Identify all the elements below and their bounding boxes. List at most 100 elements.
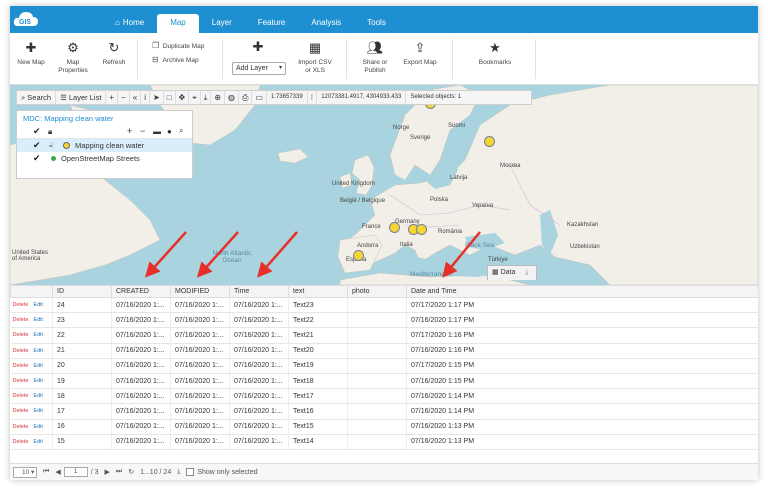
checkbox-checked-icon[interactable]: ✔ — [33, 139, 41, 152]
folder-icon[interactable]: ▬ — [153, 127, 161, 136]
table-row[interactable]: Delete Edit 18 07/16/2020 1:... 07/16/2020 1… — [10, 388, 758, 405]
column-header-modified[interactable]: MODIFIED — [170, 285, 230, 298]
page-number-input[interactable]: 1 — [63, 467, 88, 477]
globe-button[interactable]: ◍ — [225, 91, 239, 104]
zoom-extent-button[interactable]: ⊕ — [211, 91, 226, 104]
tab-layer[interactable]: Layer — [199, 14, 245, 33]
delete-link[interactable]: Delete — [13, 302, 29, 308]
column-header-photo[interactable]: photo — [347, 285, 407, 298]
delete-link[interactable]: Delete — [13, 424, 29, 430]
lock-icon[interactable]: 🔒︎ — [48, 127, 52, 137]
table-row[interactable]: Delete Edit 22 07/16/2020 1:... 07/16/2020 1… — [10, 327, 758, 344]
table-row[interactable]: Delete Edit 15 07/16/2020 1:... 07/16/2020 1… — [10, 434, 758, 450]
edit-link[interactable]: Edit — [33, 363, 42, 369]
map-toolbar: ⌕ Search ☰ Layer List + − « i ➤ □ ✥ ⌖ ⤓ … — [16, 90, 532, 105]
column-header-id[interactable]: ID — [52, 285, 112, 298]
delete-link[interactable]: Delete — [13, 393, 29, 399]
layer-item-openstreetmap-streets[interactable]: ✔ OpenStreetMap Streets — [17, 152, 192, 165]
delete-link[interactable]: Delete — [13, 439, 29, 445]
next-page-icon[interactable]: ▶ — [105, 468, 110, 476]
measure-button[interactable]: ▭ — [252, 91, 267, 104]
delete-link[interactable]: Delete — [13, 378, 29, 384]
tab-map[interactable]: Map — [157, 14, 199, 33]
edit-link[interactable]: Edit — [33, 424, 42, 430]
search-button[interactable]: ⌕ Search — [17, 91, 57, 104]
add-layer-icon-button[interactable]: ✚ — [250, 40, 266, 58]
share-publish-button[interactable]: 👥︎ Share or Publish — [358, 41, 392, 75]
refresh-button[interactable]: ↻ Refresh — [99, 41, 129, 67]
data-panel-tab[interactable]: ▦ Data ⤓ — [487, 265, 537, 280]
edit-link[interactable]: Edit — [33, 408, 42, 414]
edit-link[interactable]: Edit — [33, 378, 42, 384]
download-button[interactable]: ⤓ — [201, 91, 212, 104]
map-properties-button[interactable]: ⚙ Map Properties — [56, 41, 90, 75]
table-row[interactable]: Delete Edit 21 07/16/2020 1:... 07/16/2020 1… — [10, 343, 758, 359]
remove-layer-icon[interactable]: − — [140, 126, 145, 136]
column-header-created[interactable]: CREATED — [111, 285, 171, 298]
column-header-text[interactable]: text — [288, 285, 348, 298]
table-row[interactable]: Delete Edit 16 07/16/2020 1:... 07/16/2020 1… — [10, 419, 758, 435]
edit-link[interactable]: Edit — [33, 332, 42, 338]
download-icon[interactable]: ⤓ — [525, 269, 528, 276]
new-map-button[interactable]: ✚ New Map — [16, 41, 46, 67]
user-icon[interactable]: ● — [167, 127, 172, 136]
page-size-select[interactable]: 10 ▾ — [13, 466, 37, 478]
checkbox-checked-icon[interactable]: ✔ — [33, 152, 41, 165]
check-all-icon[interactable]: ✔ — [33, 126, 41, 137]
show-selected-checkbox[interactable] — [186, 468, 195, 476]
column-header-date-time[interactable]: Date and Time — [406, 285, 758, 298]
import-csv-button[interactable]: ▦ Import CSV or XLS — [295, 41, 335, 75]
info-button[interactable]: i — [141, 91, 150, 104]
last-page-icon[interactable]: ⏭ — [116, 468, 122, 476]
archive-map-button[interactable]: ⊟ Archive Map — [152, 55, 199, 64]
first-page-icon[interactable]: ⏮ — [43, 468, 49, 476]
search-icon[interactable]: ⌕ — [179, 126, 183, 136]
delete-link[interactable]: Delete — [13, 348, 29, 354]
bookmarks-button[interactable]: ★ Bookmarks — [473, 41, 517, 67]
edit-link[interactable]: Edit — [33, 302, 42, 308]
edit-link[interactable]: Edit — [33, 317, 42, 323]
layer-list-button[interactable]: ☰ Layer List — [56, 91, 107, 104]
edit-link[interactable]: Edit — [33, 393, 42, 399]
edit-link[interactable]: Edit — [33, 439, 42, 445]
map-point[interactable] — [389, 222, 400, 233]
map-point[interactable] — [416, 224, 427, 235]
pan-button[interactable]: ✥ — [176, 91, 190, 104]
tab-feature[interactable]: Feature — [245, 14, 299, 33]
column-header-time[interactable]: Time — [229, 285, 289, 298]
delete-link[interactable]: Delete — [13, 317, 29, 323]
delete-link[interactable]: Delete — [13, 363, 29, 369]
box-select-button[interactable]: □ — [164, 91, 176, 104]
table-row[interactable]: Delete Edit 19 07/16/2020 1:... 07/16/2020 1… — [10, 373, 758, 390]
locate-button[interactable]: ⌖ — [189, 91, 201, 104]
previous-extent-button[interactable]: « — [130, 91, 142, 104]
duplicate-map-button[interactable]: ❐ Duplicate Map — [152, 41, 204, 50]
tab-tools[interactable]: Tools — [354, 14, 399, 33]
select-button[interactable]: ➤ — [150, 91, 164, 104]
table-row[interactable]: Delete Edit 24 07/16/2020 1:... 07/16/2020 1… — [10, 297, 758, 314]
layer-item-mapping-clean-water[interactable]: ✔ 🔓︎ Mapping clean water — [17, 139, 192, 152]
delete-link[interactable]: Delete — [13, 408, 29, 414]
tab-analysis[interactable]: Analysis — [298, 14, 354, 33]
print-button[interactable]: ⎙ — [239, 91, 253, 104]
add-layer-icon[interactable]: + — [127, 126, 132, 136]
map-point[interactable] — [353, 250, 364, 261]
download-icon[interactable]: ⤓ — [177, 468, 180, 476]
add-layer-select[interactable]: Add Layer ▾ — [232, 62, 286, 75]
cell-id: 21 — [52, 343, 112, 359]
export-map-button[interactable]: ⇪ Export Map — [400, 41, 440, 67]
edit-link[interactable]: Edit — [33, 348, 42, 354]
zoom-in-button[interactable]: + — [106, 91, 119, 104]
zoom-out-button[interactable]: − — [118, 91, 130, 104]
coordinates-button[interactable]: ⁝ — [308, 91, 318, 104]
unlock-icon[interactable]: 🔓︎ — [49, 139, 54, 152]
tab-home[interactable]: ⌂ Home — [102, 14, 157, 33]
map-point[interactable] — [484, 136, 495, 147]
previous-page-icon[interactable]: ◀ — [55, 468, 60, 476]
table-row[interactable]: Delete Edit 17 07/16/2020 1:... 07/16/2020 1… — [10, 403, 758, 420]
ribbon-divider — [535, 39, 536, 79]
table-row[interactable]: Delete Edit 23 07/16/2020 1:... 07/16/2020 1… — [10, 312, 758, 329]
refresh-icon[interactable]: ↻ — [128, 468, 134, 476]
table-row[interactable]: Delete Edit 20 07/16/2020 1:... 07/16/2020 1… — [10, 358, 758, 374]
delete-link[interactable]: Delete — [13, 332, 29, 338]
